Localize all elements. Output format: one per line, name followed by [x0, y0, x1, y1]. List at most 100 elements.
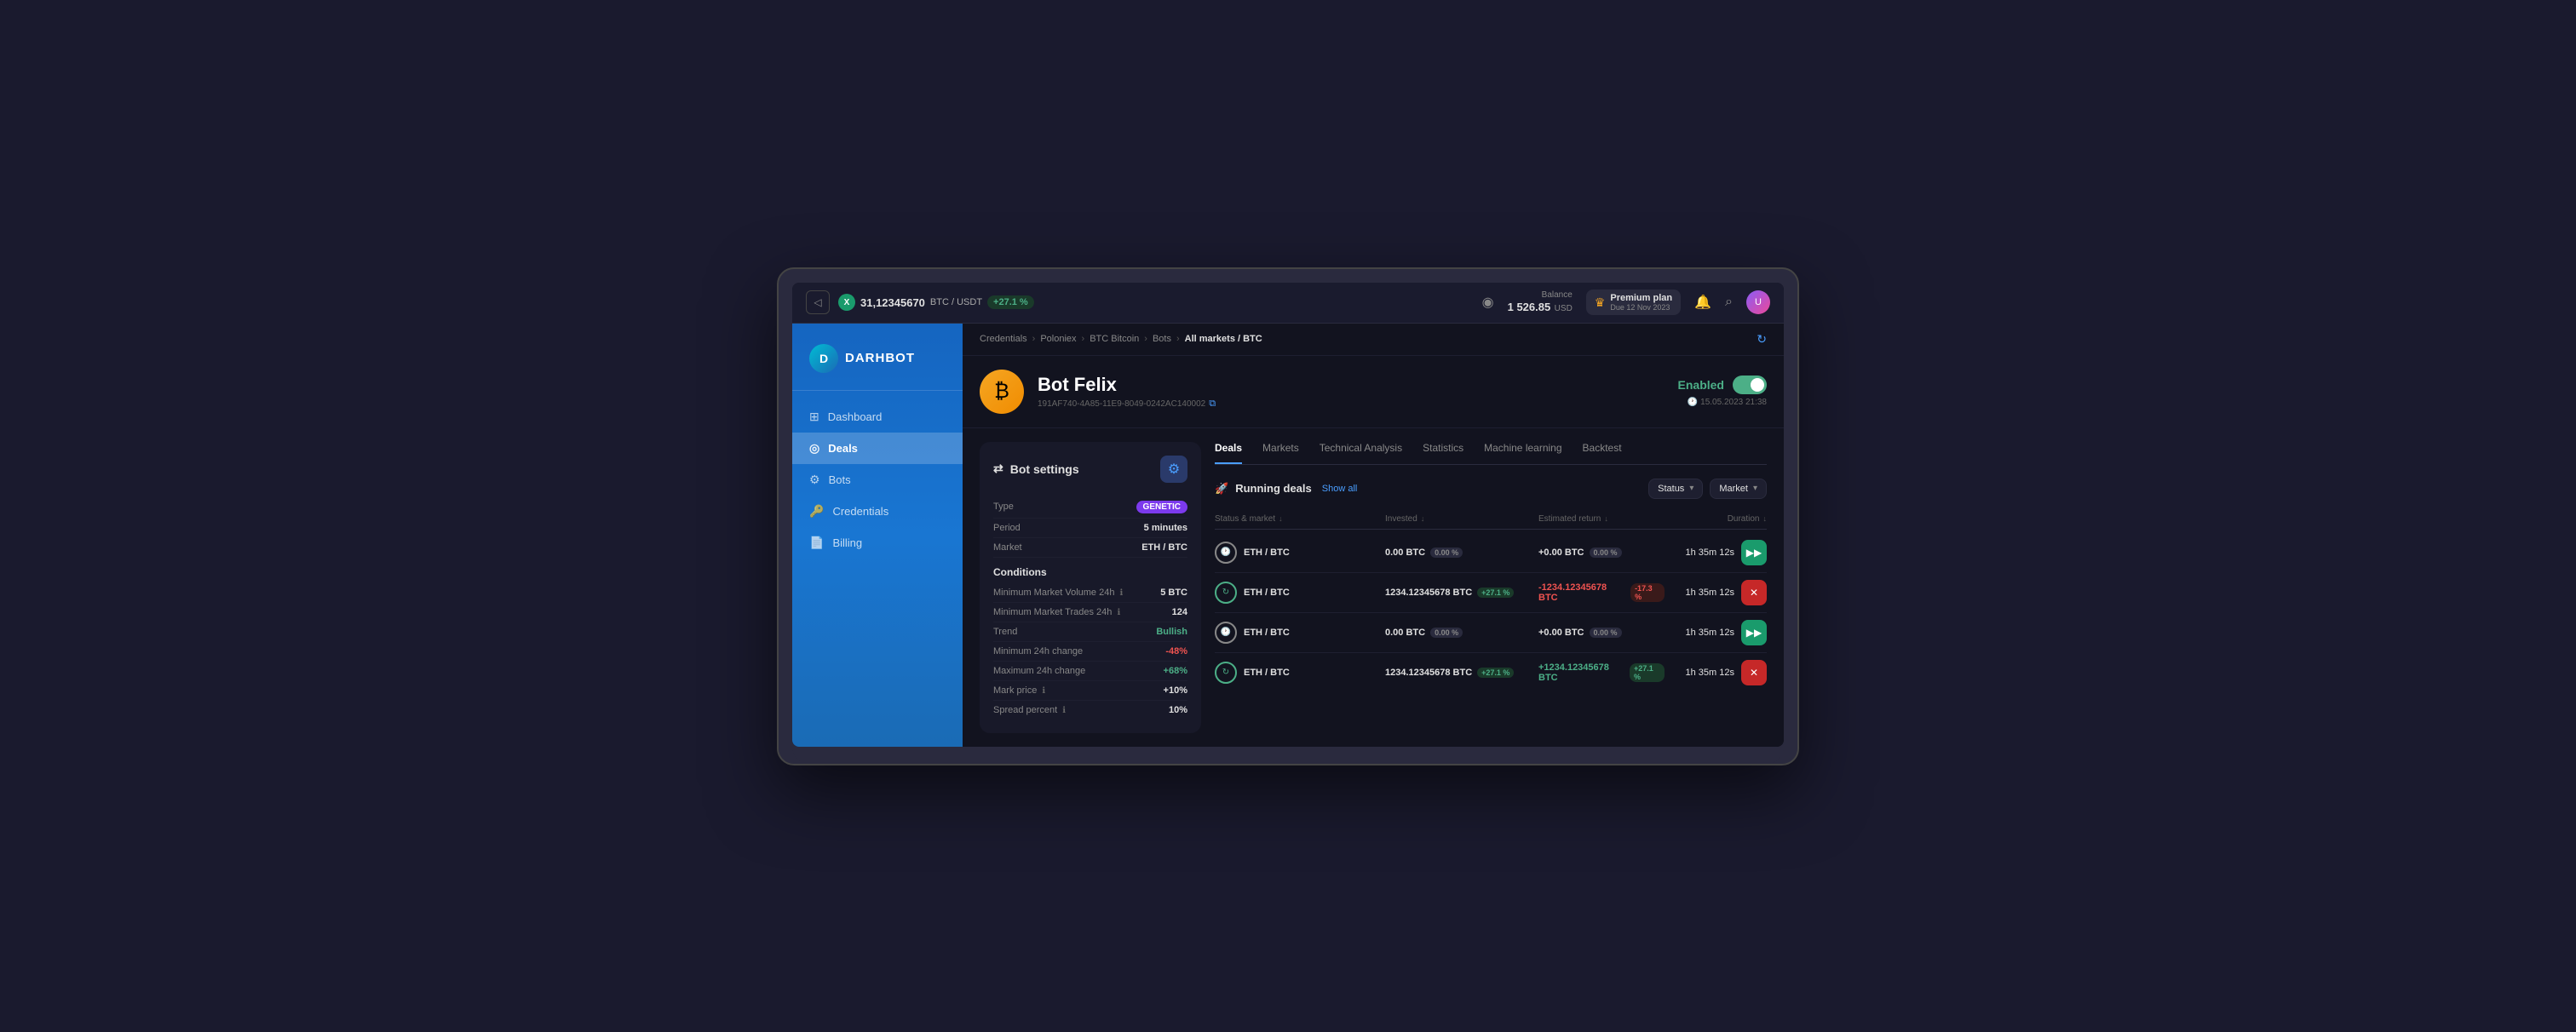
- setting-row-period: Period 5 minutes: [993, 519, 1187, 538]
- deal-invested-3: 0.00 BTC 0.00 %: [1385, 628, 1538, 638]
- premium-label: Premium plan: [1610, 293, 1672, 303]
- credentials-icon: 🔑: [809, 504, 824, 519]
- setting-row-trend: Trend Bullish: [993, 622, 1187, 642]
- deal-duration-2: 1h 35m 12s ✕: [1665, 580, 1767, 605]
- bot-avatar: ₿: [980, 370, 1024, 414]
- tab-machine-learning[interactable]: Machine learning: [1484, 442, 1561, 464]
- deal-invested-4: 1234.12345678 BTC +27.1 %: [1385, 668, 1538, 678]
- bot-header: ₿ Bot Felix 191AF740-4A85-11E9-8049-0242…: [963, 356, 1784, 428]
- deal-action-1[interactable]: ▶▶: [1741, 540, 1767, 565]
- breadcrumb-credentials[interactable]: Credentials: [980, 334, 1027, 344]
- setting-row-market: Market ETH / BTC: [993, 538, 1187, 558]
- panel-title-text: Bot settings: [1010, 462, 1079, 476]
- deals-panel: Deals Markets Technical Analysis Statist…: [1215, 428, 1767, 710]
- deal-status-icon-2: ↻: [1215, 582, 1237, 604]
- market-filter[interactable]: Market ▾: [1710, 479, 1767, 499]
- deal-duration-value-1: 1h 35m 12s: [1686, 548, 1734, 558]
- tab-technical-analysis[interactable]: Technical Analysis: [1320, 442, 1402, 464]
- deal-action-2[interactable]: ✕: [1741, 580, 1767, 605]
- deal-status-icon-4: ↻: [1215, 662, 1237, 684]
- th-invested-sort-icon[interactable]: ↓: [1421, 514, 1425, 523]
- main-two-col: ⇄ Bot settings ⚙ Type GENETIC Period 5 m…: [963, 428, 1784, 724]
- toggle-knob: [1751, 378, 1764, 392]
- avatar[interactable]: U: [1746, 290, 1770, 314]
- show-all-link[interactable]: Show all: [1322, 484, 1358, 494]
- sidebar-item-billing[interactable]: 📄 Billing: [792, 527, 963, 559]
- setting-label-min-change: Minimum 24h change: [993, 646, 1083, 656]
- setting-label-period: Period: [993, 523, 1021, 533]
- tabs-row: Deals Markets Technical Analysis Statist…: [1215, 442, 1767, 465]
- setting-label-min-volume: Minimum Market Volume 24h ℹ: [993, 588, 1123, 598]
- sidebar-item-bots[interactable]: ⚙ Bots: [792, 464, 963, 496]
- setting-row-min-trades: Minimum Market Trades 24h ℹ 124: [993, 603, 1187, 622]
- sidebar-item-dashboard[interactable]: ⊞ Dashboard: [792, 401, 963, 433]
- settings-title-icon: ⇄: [993, 462, 1003, 476]
- tab-statistics[interactable]: Statistics: [1423, 442, 1463, 464]
- balance-label: Balance: [1508, 290, 1573, 300]
- bots-icon: ⚙: [809, 473, 820, 487]
- back-button[interactable]: ◁: [806, 290, 830, 314]
- sidebar-item-dashboard-label: Dashboard: [828, 410, 883, 423]
- deal-status-market-4: ↻ ETH / BTC: [1215, 662, 1385, 684]
- breadcrumb-btc-bitcoin[interactable]: BTC Bitcoin: [1090, 334, 1139, 344]
- sidebar-item-billing-label: Billing: [832, 536, 862, 549]
- logo-area: D DARHBOT: [792, 337, 963, 391]
- tab-backtest[interactable]: Backtest: [1583, 442, 1622, 464]
- copy-icon[interactable]: ⧉: [1209, 398, 1216, 410]
- th-invested-label: Invested: [1385, 514, 1417, 524]
- top-bar-right: ◉ Balance 1 526.85 USD ♛ Premium plan Du…: [1482, 290, 1770, 315]
- deal-return-2: -1234.12345678 BTC -17.3 %: [1538, 582, 1665, 603]
- deal-return-amount-1: +0.00 BTC: [1538, 548, 1584, 558]
- deal-action-3[interactable]: ▶▶: [1741, 620, 1767, 645]
- setting-row-min-volume: Minimum Market Volume 24h ℹ 5 BTC: [993, 583, 1187, 603]
- eye-icon[interactable]: ◉: [1482, 294, 1494, 311]
- deal-action-4[interactable]: ✕: [1741, 660, 1767, 685]
- th-status-sort-icon[interactable]: ↓: [1279, 514, 1283, 523]
- th-estimated-return: Estimated return ↓: [1538, 514, 1665, 524]
- breadcrumb-sep-1: ›: [1032, 334, 1036, 344]
- setting-value-market: ETH / BTC: [1141, 542, 1187, 553]
- deal-market-3: ETH / BTC: [1244, 628, 1290, 638]
- deal-market-pair-2: ETH / BTC: [1244, 588, 1290, 598]
- panel-title: ⇄ Bot settings: [993, 462, 1079, 476]
- deal-row: 🕐 ETH / BTC 0.00 BTC 0.00 %: [1215, 533, 1767, 573]
- status-filter[interactable]: Status ▾: [1648, 479, 1703, 499]
- sidebar-item-credentials[interactable]: 🔑 Credentials: [792, 496, 963, 527]
- bell-icon[interactable]: 🔔: [1694, 294, 1711, 311]
- setting-label-max-change: Maximum 24h change: [993, 666, 1085, 676]
- balance-amount: 1 526.85: [1508, 301, 1551, 313]
- billing-icon: 📄: [809, 536, 824, 550]
- deal-return-pct-1: 0.00 %: [1590, 548, 1622, 558]
- deal-status-market-3: 🕐 ETH / BTC: [1215, 622, 1385, 644]
- th-return-sort-icon[interactable]: ↓: [1604, 514, 1608, 523]
- deal-row: ↻ ETH / BTC 1234.12345678 BTC +27.1 %: [1215, 573, 1767, 613]
- bot-id: 191AF740-4A85-11E9-8049-0242AC140002 ⧉: [1038, 398, 1665, 410]
- bot-timestamp: 🕐 15.05.2023 21:38: [1678, 398, 1767, 407]
- breadcrumb-poloniex[interactable]: Poloniex: [1040, 334, 1076, 344]
- filter-area: Status ▾ Market ▾: [1648, 479, 1767, 499]
- th-duration-sort-icon[interactable]: ↓: [1763, 514, 1768, 523]
- deal-invested-amount-1: 0.00 BTC: [1385, 548, 1425, 558]
- enable-toggle[interactable]: [1733, 376, 1767, 394]
- deal-status-icon-1: 🕐: [1215, 542, 1237, 564]
- deal-duration-3: 1h 35m 12s ▶▶: [1665, 620, 1767, 645]
- market-filter-label: Market: [1719, 484, 1748, 494]
- tab-deals[interactable]: Deals: [1215, 442, 1242, 464]
- laptop-frame: ◁ X 31,12345670 BTC / USDT +27.1 % ◉ Bal…: [777, 267, 1799, 765]
- running-title-text: Running deals: [1235, 482, 1312, 495]
- deal-market-pair-4: ETH / BTC: [1244, 668, 1290, 678]
- status-filter-arrow: ▾: [1689, 484, 1693, 493]
- bot-id-value: 191AF740-4A85-11E9-8049-0242AC140002: [1038, 399, 1205, 409]
- tab-markets[interactable]: Markets: [1262, 442, 1299, 464]
- breadcrumb-bots[interactable]: Bots: [1153, 334, 1171, 344]
- breadcrumb-sep-4: ›: [1176, 334, 1180, 344]
- search-icon[interactable]: ⌕: [1725, 295, 1733, 310]
- deal-return-4: +1234.12345678 BTC +27.1 %: [1538, 662, 1665, 683]
- deals-table: Status & market ↓ Invested ↓ Estimated r…: [1215, 509, 1767, 692]
- deal-invested-amount-2: 1234.12345678 BTC: [1385, 588, 1472, 598]
- settings-gear-button[interactable]: ⚙: [1160, 456, 1187, 483]
- bot-name: Bot Felix: [1038, 374, 1665, 396]
- deal-status-icon-3: 🕐: [1215, 622, 1237, 644]
- sidebar-item-deals[interactable]: ◎ Deals: [792, 433, 963, 464]
- refresh-icon[interactable]: ↻: [1757, 332, 1767, 347]
